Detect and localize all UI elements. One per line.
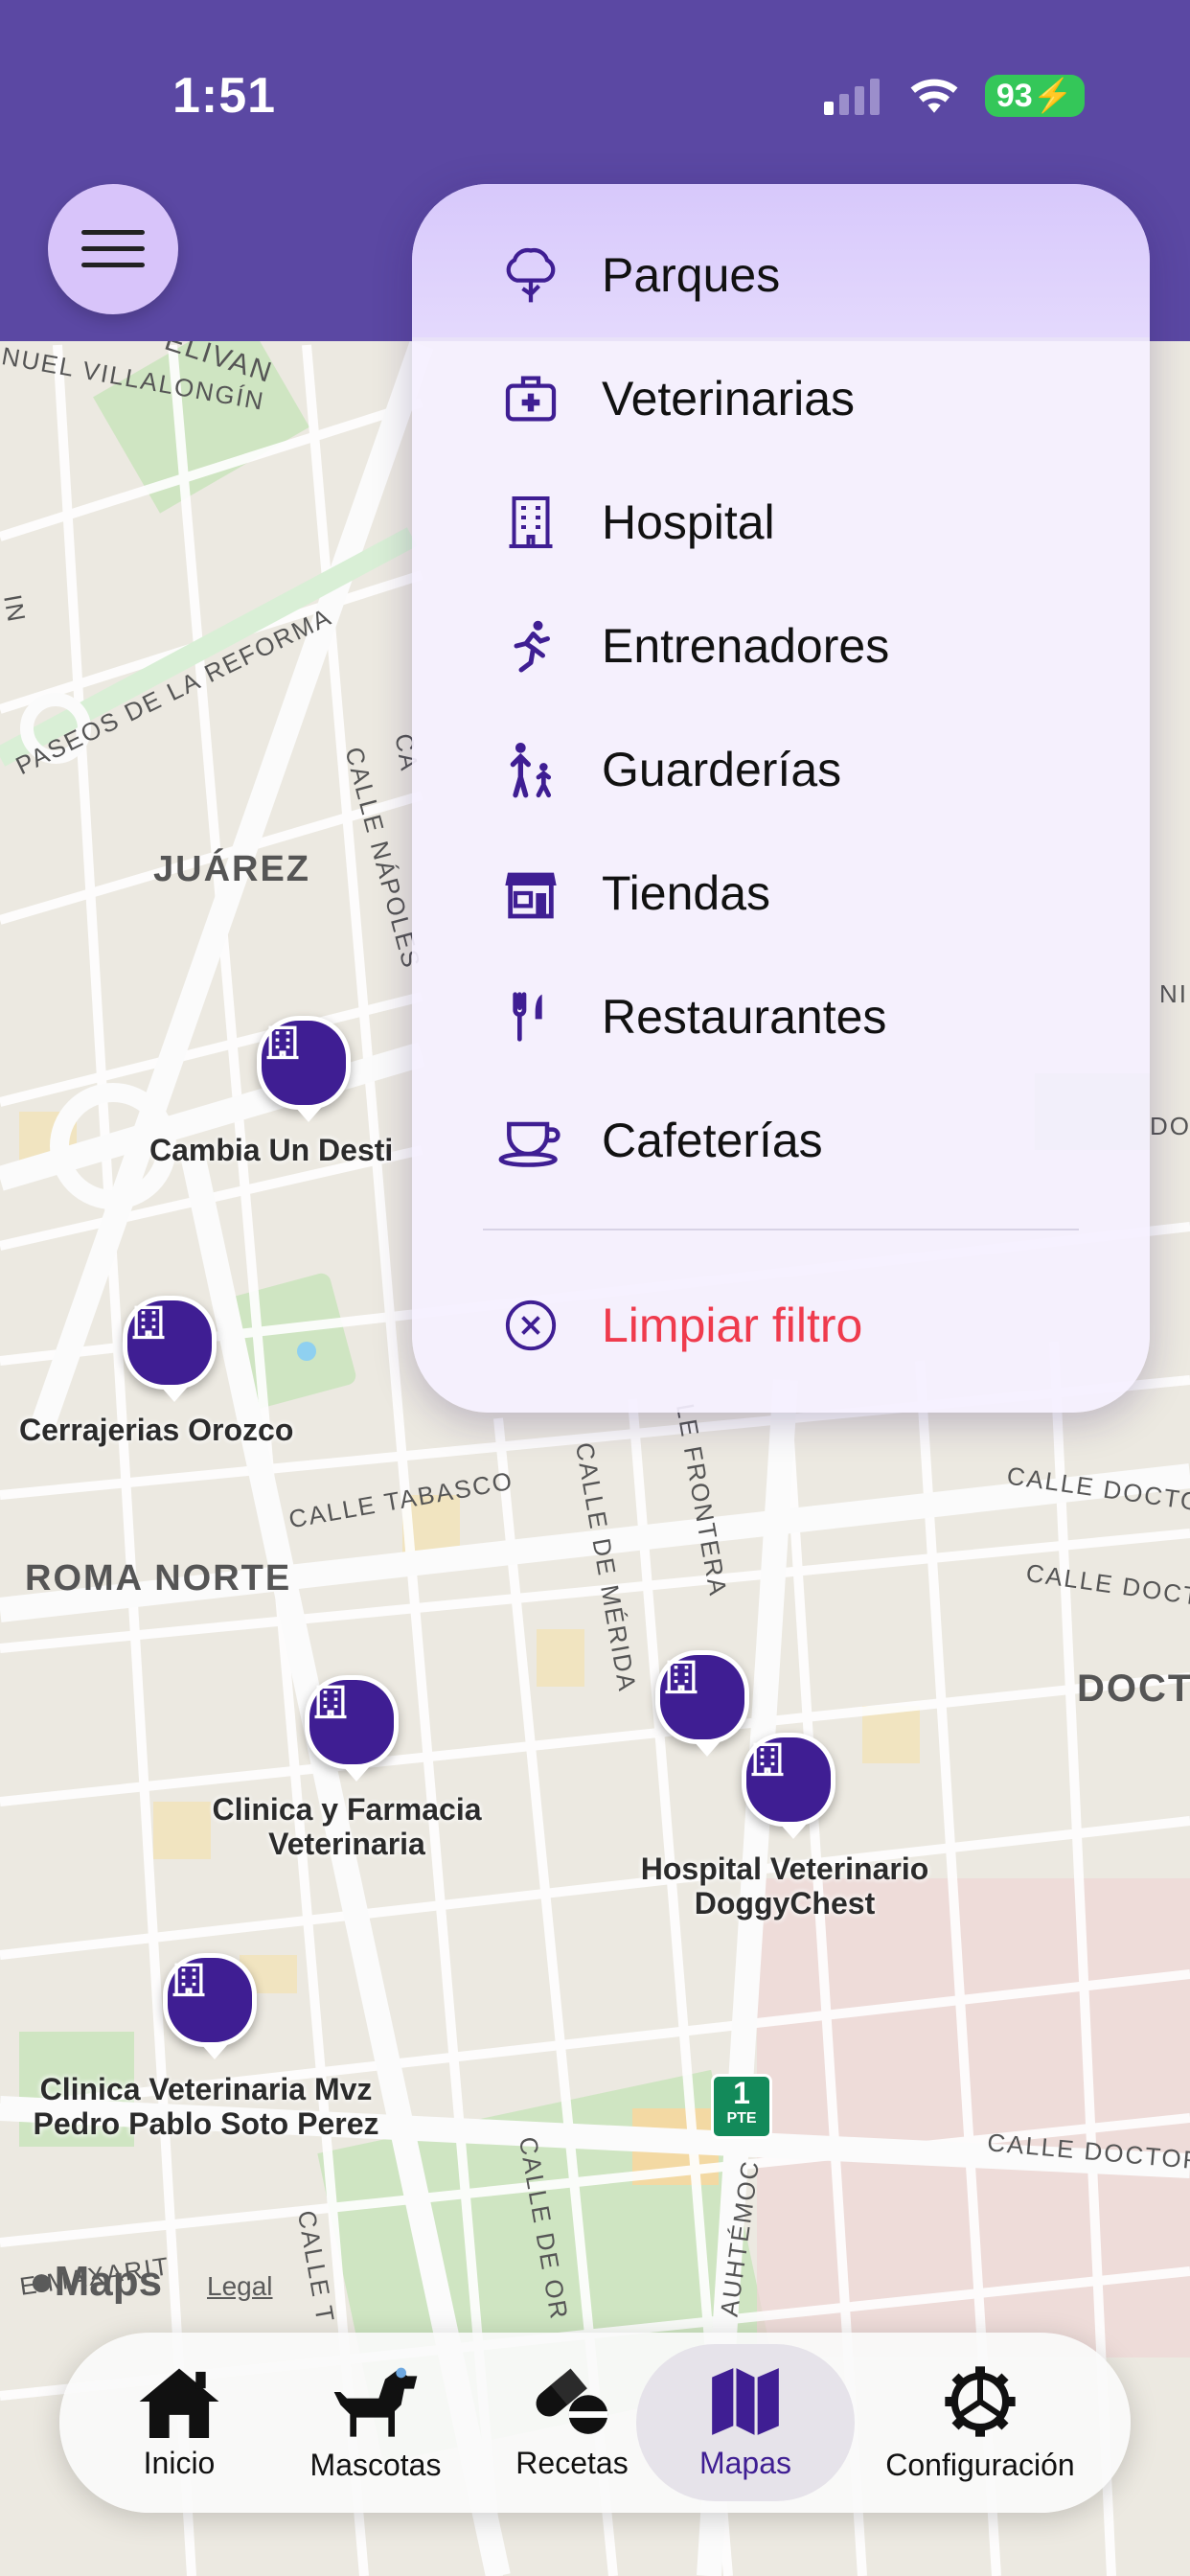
filter-item-restaurantes[interactable]: Restaurantes — [412, 954, 1150, 1078]
filter-item-cafeterias[interactable]: Cafeterías — [412, 1078, 1150, 1202]
tab-mapas[interactable]: Mapas — [636, 2344, 855, 2501]
building-icon — [751, 1742, 784, 1777]
building-icon — [172, 1963, 205, 1997]
route-shield: 1 PTE — [711, 2074, 772, 2139]
apple-logo-icon: ● — [29, 2258, 55, 2305]
hospital-pin[interactable] — [742, 1733, 835, 1839]
place-label: Hospital Veterinario DoggyChest — [640, 1852, 929, 1920]
filter-item-veterinarias[interactable]: Veterinarias — [412, 336, 1150, 460]
place-label: Cambia Un Desti — [149, 1133, 394, 1167]
maps-attribution: ●Maps — [29, 2258, 163, 2305]
tab-inicio[interactable]: Inicio — [98, 2344, 261, 2501]
house-icon — [139, 2367, 219, 2438]
coffee-cup-icon — [496, 1106, 565, 1175]
hamburger-menu-icon — [81, 230, 145, 267]
district-label: JUÁREZ — [153, 849, 311, 889]
building-icon — [266, 1025, 299, 1060]
hospital-pin[interactable] — [655, 1650, 749, 1757]
charging-bolt-icon: ⚡ — [1032, 78, 1073, 114]
pills-icon — [536, 2367, 608, 2434]
tab-configuracion[interactable]: Configuración — [860, 2344, 1100, 2501]
filter-item-hospital[interactable]: Hospital — [412, 460, 1150, 584]
building-icon — [496, 488, 565, 557]
dog-icon — [333, 2367, 418, 2437]
filter-item-tiendas[interactable]: Tiendas — [412, 831, 1150, 954]
menu-button[interactable] — [48, 184, 178, 314]
filter-dropdown: Parques Veterinarias Hospital Entrenador… — [412, 184, 1150, 1413]
clear-filter-button[interactable]: Limpiar filtro — [412, 1263, 1150, 1387]
district-label: DOCT — [1077, 1668, 1190, 1710]
gear-icon — [945, 2365, 1016, 2437]
adult-child-icon — [496, 735, 565, 804]
dropdown-divider — [483, 1229, 1079, 1230]
place-label: Cerrajerias Orozco — [19, 1413, 294, 1447]
building-icon — [314, 1685, 347, 1719]
tree-icon — [496, 241, 565, 310]
building-icon — [132, 1305, 165, 1340]
battery-indicator: 93⚡ — [984, 75, 1085, 117]
building-icon — [665, 1660, 698, 1694]
place-label: Clinica y Farmacia Veterinaria — [212, 1792, 482, 1861]
hospital-pin[interactable] — [257, 1016, 351, 1122]
running-person-icon — [496, 611, 565, 680]
filter-item-parques[interactable]: Parques — [412, 213, 1150, 336]
tab-mascotas[interactable]: Mascotas — [289, 2344, 462, 2501]
x-circle-icon — [496, 1291, 565, 1360]
storefront-icon — [496, 859, 565, 928]
hospital-pin[interactable] — [305, 1675, 399, 1782]
map-icon — [712, 2367, 779, 2435]
district-label: ROMA NORTE — [25, 1558, 292, 1598]
fork-knife-icon — [496, 982, 565, 1051]
legal-link[interactable]: Legal — [207, 2271, 273, 2302]
filter-item-guarderias[interactable]: Guarderías — [412, 707, 1150, 831]
medical-kit-icon — [496, 364, 565, 433]
wifi-icon — [910, 79, 958, 113]
tab-bar: Inicio Mascotas Recetas Mapas Configurac… — [59, 2333, 1131, 2513]
status-indicators: 93⚡ — [823, 75, 1085, 117]
filter-item-entrenadores[interactable]: Entrenadores — [412, 584, 1150, 707]
status-time: 1:51 — [172, 68, 277, 124]
hospital-pin[interactable] — [163, 1953, 257, 2059]
tab-recetas[interactable]: Recetas — [491, 2344, 653, 2501]
cellular-signal-icon — [823, 79, 880, 115]
place-label: Clinica Veterinaria Mvz Pedro Pablo Soto… — [33, 2072, 379, 2141]
hospital-pin[interactable] — [123, 1296, 217, 1402]
